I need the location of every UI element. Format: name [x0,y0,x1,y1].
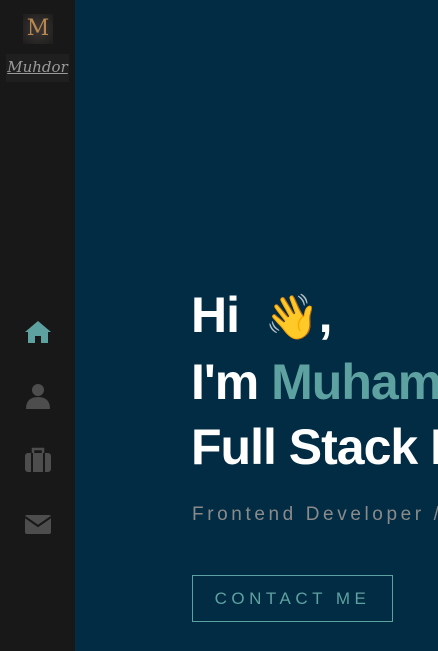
nav-about[interactable] [0,376,75,416]
greeting: Hi [191,287,240,343]
subtitle: Frontend Developer / Backend Developer [192,504,438,525]
envelope-icon [23,515,52,534]
logo[interactable]: M [23,14,53,44]
wave-icon: 👋 [264,293,320,342]
nav-portfolio[interactable] [0,440,75,480]
greeting-comma: , [318,287,333,343]
home-icon [24,321,51,343]
contact-me-button[interactable]: CONTACT ME [192,575,393,622]
user-icon [25,384,50,409]
nav-contact[interactable] [0,504,75,544]
im-text: I'm [191,354,259,410]
hero-section: Hi 👋, I'm Muhammad Full Stack Developer … [75,0,438,651]
hero-heading: Hi 👋, I'm Muhammad Full Stack Developer [191,283,438,480]
sidebar: M Muhdor [0,0,75,651]
logo-text[interactable]: Muhdor [6,54,69,82]
briefcase-icon [24,447,51,472]
name-text: Muhammad [271,354,438,410]
role-text: Full Stack Developer [191,419,438,475]
nav-home[interactable] [0,312,75,352]
